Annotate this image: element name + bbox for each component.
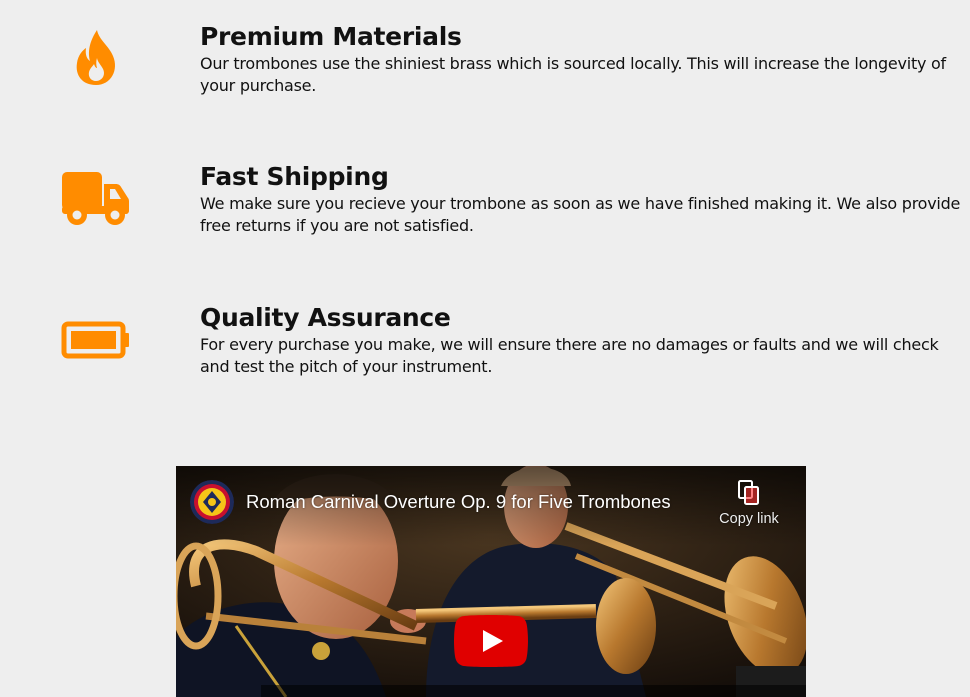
copy-link-button[interactable]: Copy link	[714, 480, 784, 527]
feature-description: For every purchase you make, we will ens…	[200, 335, 939, 376]
video-embed[interactable]: Roman Carnival Overture Op. 9 for Five T…	[176, 466, 806, 697]
video-title[interactable]: Roman Carnival Overture Op. 9 for Five T…	[246, 491, 671, 513]
copy-icon	[738, 480, 759, 505]
feature-title: Fast Shipping	[200, 162, 389, 191]
battery-icon	[61, 321, 131, 359]
video-control-bar[interactable]	[261, 685, 806, 697]
truck-icon	[61, 170, 131, 228]
feature-premium-materials: Premium Materials Our trombones use the …	[0, 0, 970, 120]
channel-emblem-icon[interactable]	[190, 480, 234, 524]
feature-fast-shipping: Fast Shipping We make sure you recieve y…	[0, 140, 970, 260]
copy-link-label: Copy link	[719, 511, 779, 527]
play-button[interactable]	[454, 615, 528, 667]
fire-icon	[72, 28, 120, 88]
feature-title: Quality Assurance	[200, 303, 451, 332]
feature-title: Premium Materials	[200, 22, 462, 51]
feature-quality-assurance: Quality Assurance For every purchase you…	[0, 281, 970, 401]
feature-description: Our trombones use the shiniest brass whi…	[200, 54, 946, 95]
page: Premium Materials Our trombones use the …	[0, 0, 970, 697]
play-icon	[454, 615, 528, 667]
feature-description: We make sure you recieve your trombone a…	[200, 194, 961, 235]
